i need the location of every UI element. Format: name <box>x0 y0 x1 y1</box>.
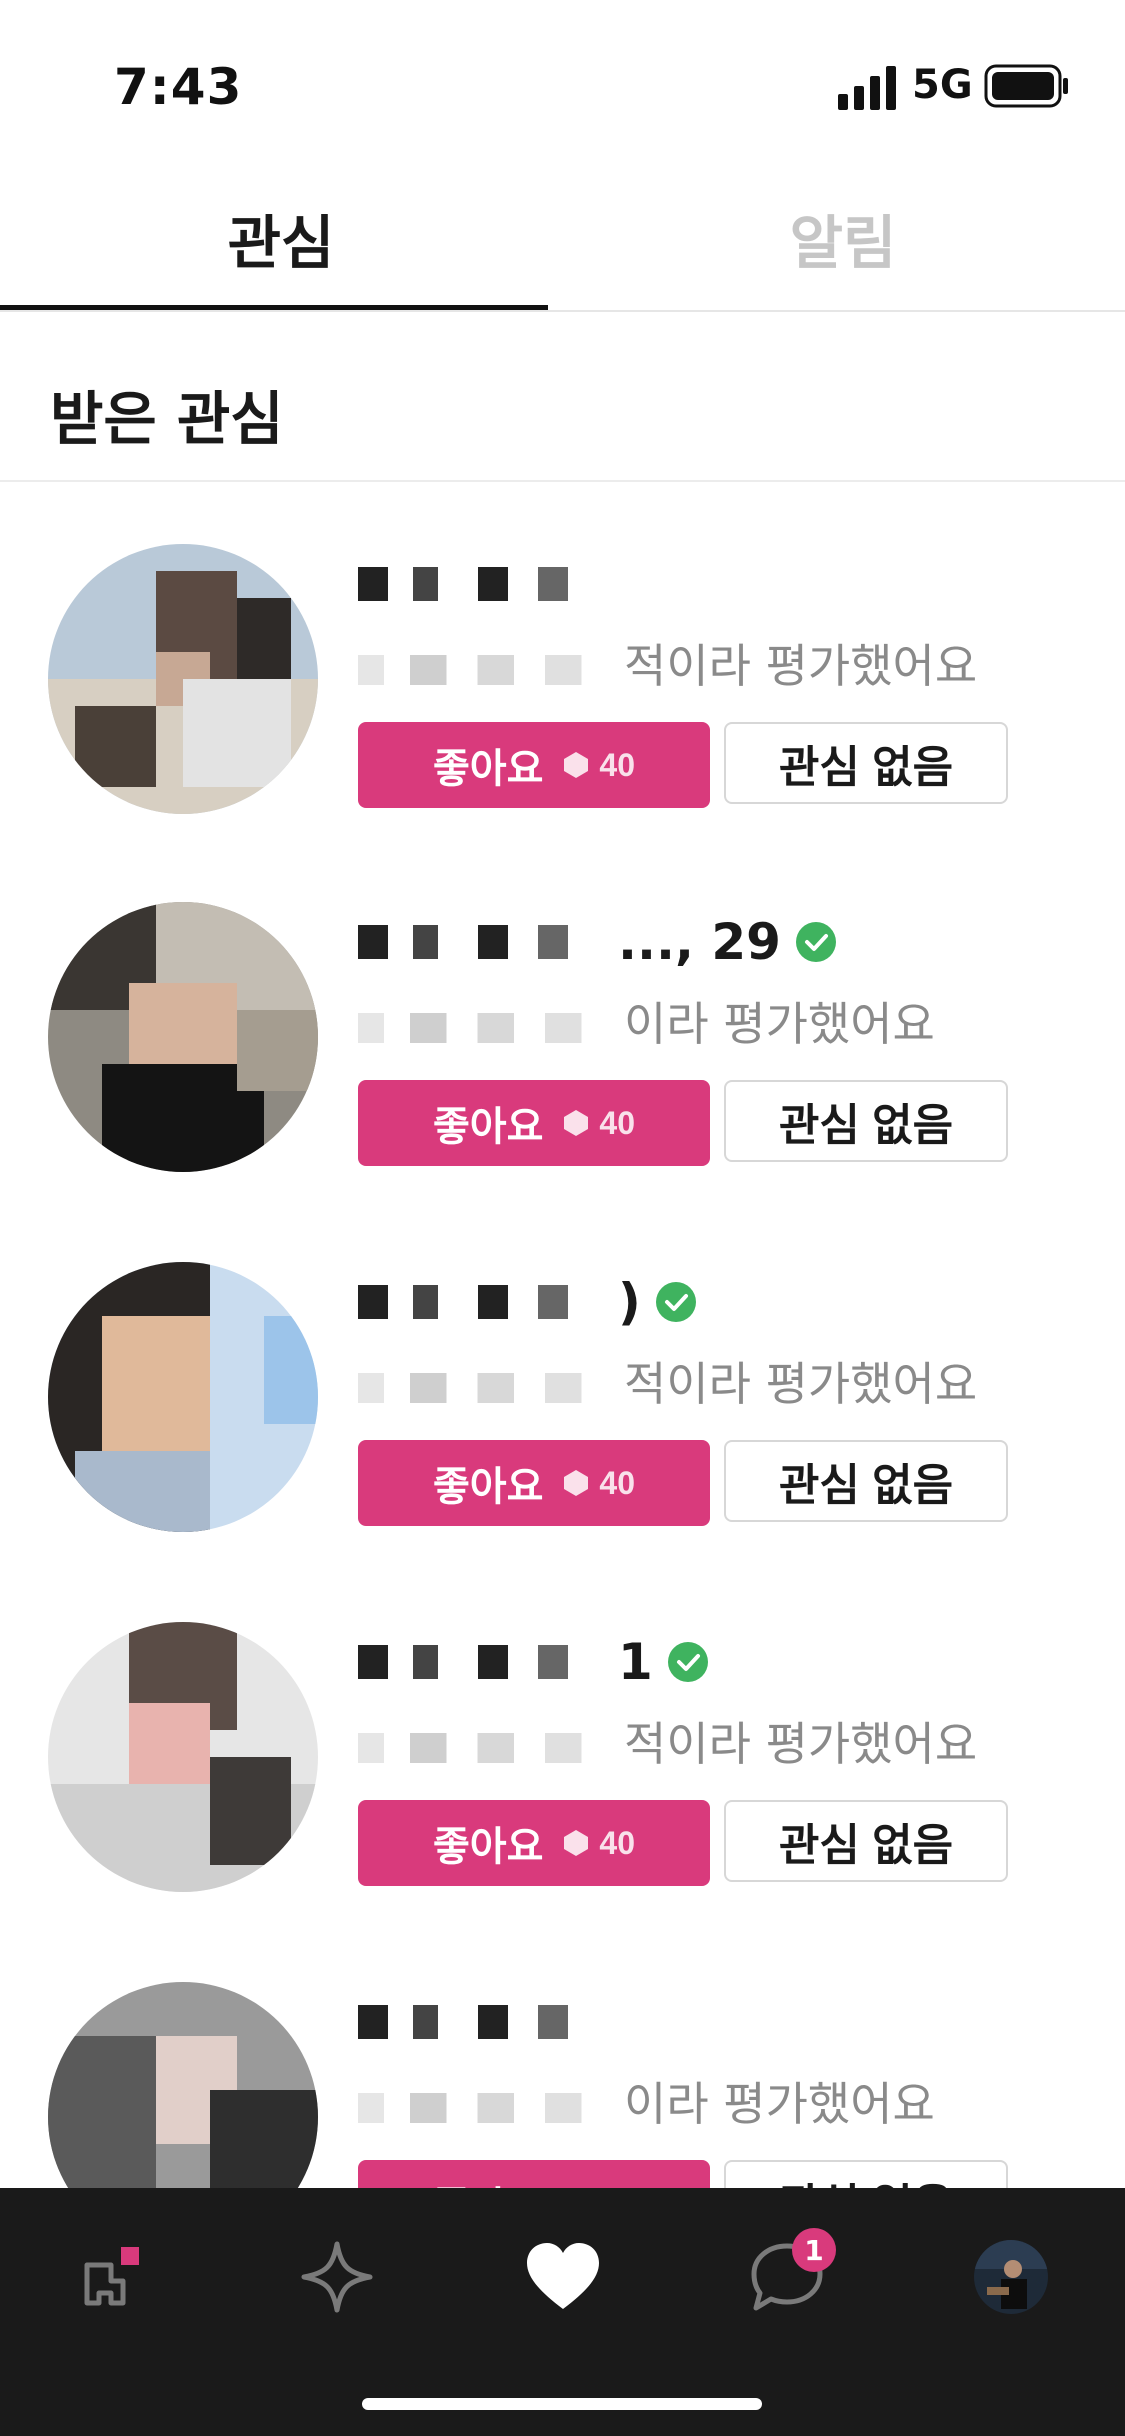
description-redacted <box>358 1732 618 1763</box>
description-redacted <box>358 1372 618 1403</box>
like-label: 좋아요 <box>433 1825 544 1869</box>
like-button[interactable]: 좋아요 40 <box>358 1800 710 1886</box>
list-item: 적이라 평가했어요 좋아요 40 관심 없음 <box>0 544 1125 844</box>
list-item: 1 적이라 평가했어요 좋아요 40 관심 없음 <box>0 1622 1125 1922</box>
description-redacted <box>358 2092 618 2123</box>
like-label: 좋아요 <box>433 1105 544 1149</box>
description-text: 적이라 평가했어요 <box>624 1717 978 1771</box>
list-item: ) 적이라 평가했어요 좋아요 40 관심 없음 <box>0 1262 1125 1562</box>
user-name <box>358 1992 618 2052</box>
name-redacted <box>358 1645 608 1679</box>
like-price: 40 <box>599 1104 635 1141</box>
avatar[interactable] <box>48 544 318 814</box>
tab-notifications[interactable]: 알림 <box>562 168 1124 308</box>
user-name: ..., 29 <box>358 912 837 972</box>
heart-icon <box>527 2243 599 2309</box>
tab-profile[interactable] <box>966 2232 1056 2322</box>
user-name: ) <box>358 1272 697 1332</box>
user-description: 이라 평가했어요 <box>358 2068 935 2134</box>
like-button[interactable]: 좋아요 40 <box>358 1080 710 1166</box>
home-indicator <box>362 2398 762 2410</box>
verified-icon <box>795 922 836 962</box>
user-name <box>358 554 618 614</box>
avatar[interactable] <box>48 1622 318 1892</box>
like-button[interactable]: 좋아요 40 <box>358 722 710 808</box>
battery-icon <box>984 64 1068 108</box>
tab-chat[interactable]: 1 <box>742 2228 836 2322</box>
profile-avatar <box>974 2240 1048 2314</box>
like-label: 좋아요 <box>433 1465 544 1509</box>
description-text: 이라 평가했어요 <box>624 997 935 1051</box>
like-price: 40 <box>599 1824 635 1861</box>
not-interested-button[interactable]: 관심 없음 <box>724 1080 1008 1162</box>
not-interested-button[interactable]: 관심 없음 <box>724 1800 1008 1882</box>
section-title: 받은 관심 <box>50 385 284 453</box>
home-icon <box>84 2247 139 2306</box>
user-name: 1 <box>358 1632 709 1692</box>
user-description: 적이라 평가했어요 <box>358 1708 977 1774</box>
not-interested-button[interactable]: 관심 없음 <box>724 1440 1008 1522</box>
section-divider <box>0 480 1125 482</box>
tab-discover[interactable] <box>292 2232 382 2322</box>
user-description: 이라 평가했어요 <box>358 988 935 1054</box>
description-text: 적이라 평가했어요 <box>624 639 978 693</box>
not-interested-button[interactable]: 관심 없음 <box>724 722 1008 804</box>
top-tabs: 관심 알림 <box>0 168 1125 312</box>
status-time: 7:43 <box>114 58 243 116</box>
tab-interest[interactable] <box>518 2232 608 2322</box>
gem-icon <box>564 752 589 778</box>
gem-icon <box>564 1830 589 1856</box>
name-redacted <box>358 2005 608 2039</box>
user-description: 적이라 평가했어요 <box>358 630 977 696</box>
user-description: 적이라 평가했어요 <box>358 1348 977 1414</box>
verified-icon <box>667 1642 708 1682</box>
user-name-text: ) <box>618 1273 641 1331</box>
verified-icon <box>655 1282 696 1322</box>
avatar[interactable] <box>48 902 318 1172</box>
signal-icon <box>838 66 896 110</box>
description-redacted <box>358 1012 618 1043</box>
like-label: 좋아요 <box>433 747 544 791</box>
gem-icon <box>564 1110 589 1136</box>
name-redacted <box>358 567 608 601</box>
tab-home[interactable] <box>68 2232 158 2322</box>
description-text: 이라 평가했어요 <box>624 2077 935 2131</box>
description-text: 적이라 평가했어요 <box>624 1357 978 1411</box>
like-price: 40 <box>599 746 635 783</box>
name-redacted <box>358 1285 608 1319</box>
user-name-text: 1 <box>618 1633 653 1691</box>
chat-unread-badge: 1 <box>792 2228 836 2272</box>
avatar[interactable] <box>48 1262 318 1532</box>
like-button[interactable]: 좋아요 40 <box>358 1440 710 1526</box>
list-item: ..., 29 이라 평가했어요 좋아요 40 관심 없음 <box>0 902 1125 1202</box>
tab-interest[interactable]: 관심 <box>0 168 562 310</box>
description-redacted <box>358 654 618 685</box>
gem-icon <box>564 1470 589 1496</box>
name-redacted <box>358 925 608 959</box>
status-bar: 7:43 5G <box>0 0 1125 160</box>
network-label: 5G <box>912 62 973 108</box>
like-price: 40 <box>599 1464 635 1501</box>
user-name-text: ..., 29 <box>618 913 781 971</box>
sparkle-icon <box>301 2241 373 2313</box>
